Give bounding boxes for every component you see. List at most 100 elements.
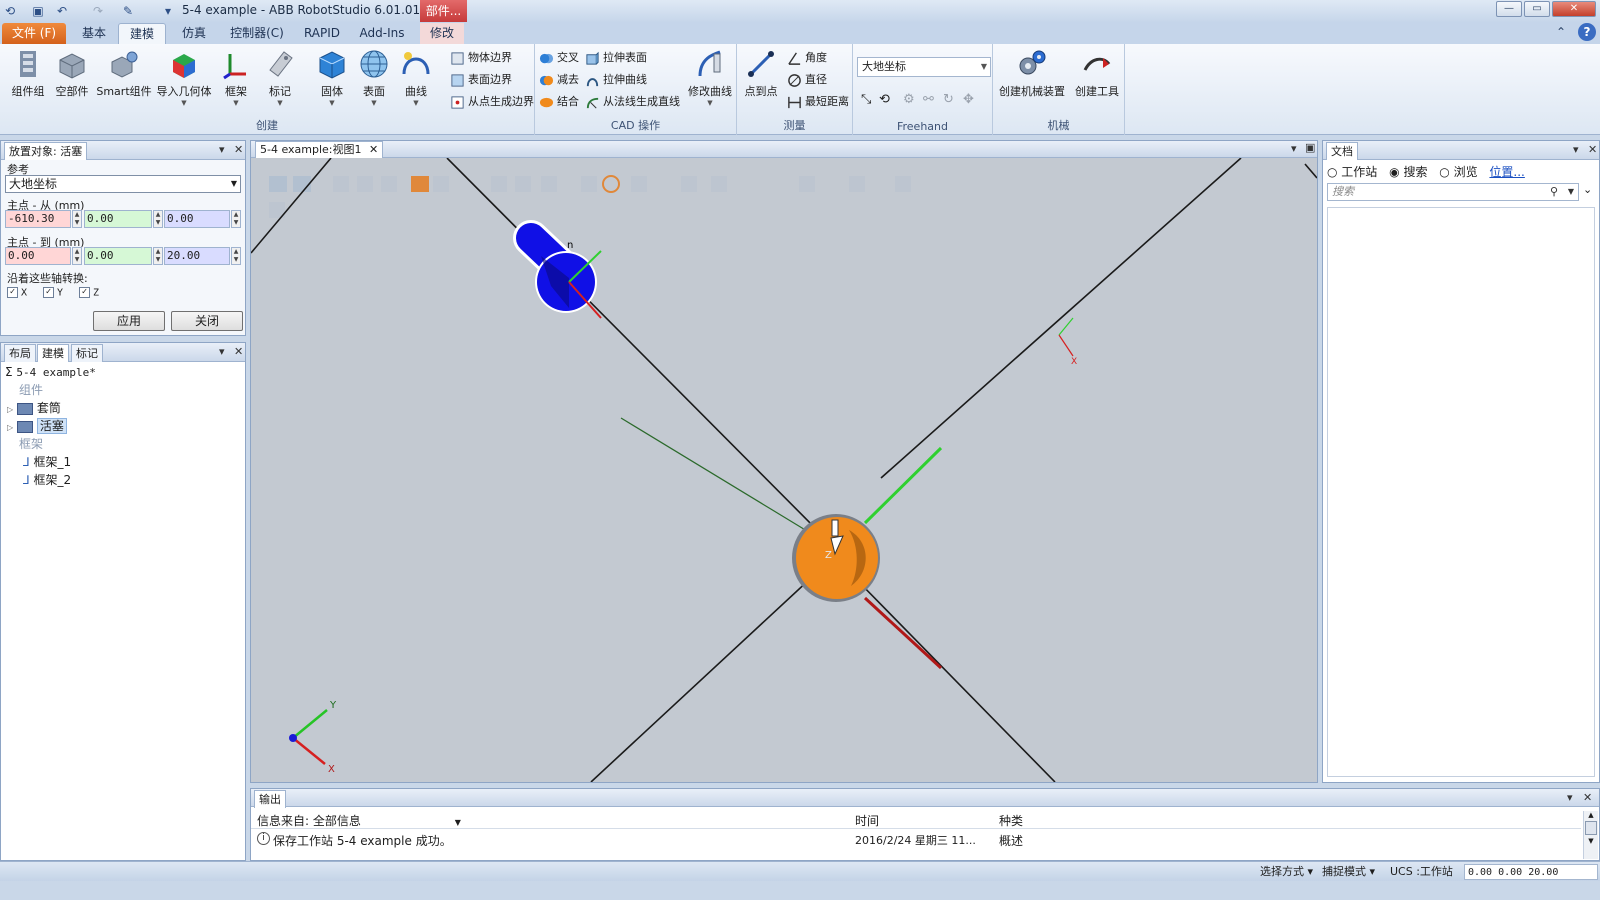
- to-z-spinner[interactable]: ▲ ▼: [231, 247, 241, 265]
- view-tool-icon[interactable]: [333, 176, 349, 192]
- to-y-input[interactable]: 0.00: [84, 247, 152, 265]
- axis-y-checkbox[interactable]: ✓ Y: [43, 287, 63, 299]
- selection-mode-dropdown[interactable]: 选择方式 ▾: [1260, 864, 1313, 880]
- reference-select[interactable]: 大地坐标 ▼: [857, 57, 991, 77]
- document-results-list[interactable]: [1327, 207, 1595, 777]
- close-icon[interactable]: ✕: [234, 345, 243, 358]
- tab-controller[interactable]: 控制器(C): [222, 23, 292, 44]
- save-icon[interactable]: ▣: [30, 3, 46, 19]
- tab-basic[interactable]: 基本: [74, 23, 114, 44]
- move-icon[interactable]: ⤡: [861, 92, 871, 107]
- source-filter[interactable]: 信息来自: 全部信息 ▼: [257, 812, 461, 829]
- view-tool-icon[interactable]: [269, 176, 287, 192]
- help-icon[interactable]: ?: [1578, 23, 1596, 41]
- extrude-curve-button[interactable]: 拉伸曲线: [585, 70, 647, 90]
- jog-linear-icon[interactable]: ⚯: [923, 92, 934, 107]
- from-x-spinner[interactable]: ▲ ▼: [72, 210, 82, 228]
- extrude-surface-button[interactable]: 拉伸表面: [585, 48, 647, 68]
- union-button[interactable]: 结合: [539, 92, 579, 112]
- panel-menu-icon[interactable]: ▾: [1291, 142, 1297, 155]
- snap-mode-dropdown[interactable]: 捕捉模式 ▾: [1322, 864, 1375, 880]
- tab-tags[interactable]: 标记: [71, 344, 103, 362]
- tab-modeling-browser[interactable]: 建模: [37, 344, 69, 362]
- documents-title[interactable]: 文档: [1326, 142, 1358, 160]
- jog-reorient-icon[interactable]: ↻: [943, 92, 954, 107]
- output-title[interactable]: 输出: [254, 790, 286, 808]
- customize-icon[interactable]: ▾: [160, 3, 176, 19]
- panel-menu-icon[interactable]: ▾: [1567, 791, 1573, 804]
- view-tool-icon[interactable]: [581, 176, 597, 192]
- sleeve-part[interactable]: [792, 514, 880, 602]
- app-icon[interactable]: ⟲: [2, 3, 18, 19]
- view-tab[interactable]: 5-4 example:视图1 ✕: [255, 141, 384, 158]
- tab-file[interactable]: 文件 (F): [2, 23, 66, 44]
- view-tool-icon[interactable]: [711, 176, 727, 192]
- panel-menu-icon[interactable]: ▾: [219, 143, 225, 156]
- 3d-scene[interactable]: n X Z Y X: [251, 158, 1317, 782]
- tab-modify[interactable]: 修改: [420, 23, 464, 44]
- expand-icon[interactable]: ▷: [7, 423, 13, 432]
- radio-search[interactable]: ◉ 搜索: [1389, 165, 1427, 179]
- body-border-button[interactable]: 物体边界: [450, 48, 512, 68]
- tool-icon[interactable]: ✎: [120, 3, 136, 19]
- tree-node-frame-1[interactable]: ⅃ 框架_1: [23, 453, 71, 471]
- maximize-button[interactable]: ▭: [1524, 1, 1550, 17]
- tab-layout[interactable]: 布局: [4, 344, 36, 362]
- modify-curve-button[interactable]: 修改曲线 ▼: [685, 48, 735, 107]
- close-icon[interactable]: ✕: [234, 143, 243, 156]
- column-type[interactable]: 种类: [999, 812, 1023, 829]
- surface-button[interactable]: 表面 ▼: [356, 48, 392, 107]
- tab-rapid[interactable]: RAPID: [298, 23, 346, 44]
- apply-button[interactable]: 应用: [93, 311, 165, 331]
- output-row[interactable]: i 保存工作站 5-4 example 成功。 2016/2/24 星期三 11…: [251, 831, 1581, 849]
- axis-x-checkbox[interactable]: ✓ X: [7, 287, 27, 299]
- view-tool-icon[interactable]: [631, 176, 647, 192]
- view-tool-icon[interactable]: [681, 176, 697, 192]
- jog-joint-icon[interactable]: ⚙: [903, 92, 915, 107]
- close-button[interactable]: 关闭: [171, 311, 243, 331]
- point-to-point-button[interactable]: 点到点: [741, 48, 781, 99]
- line-from-normal-button[interactable]: 从法线生成直线: [585, 92, 680, 112]
- create-mechanism-button[interactable]: 创建机械装置: [997, 48, 1067, 99]
- create-tool-button[interactable]: 创建工具: [1071, 48, 1123, 99]
- view-tool-icon[interactable]: [895, 176, 911, 192]
- expand-icon[interactable]: ▷: [7, 405, 13, 414]
- location-link[interactable]: 位置...: [1489, 165, 1524, 179]
- chevron-down-icon[interactable]: ▼: [1568, 184, 1574, 200]
- search-icon[interactable]: ⚲: [1550, 184, 1558, 200]
- tag-button[interactable]: 标记 ▼: [262, 48, 298, 107]
- view-tool-icon[interactable]: [541, 176, 557, 192]
- rotate-icon[interactable]: ⟲: [879, 92, 890, 107]
- select-part-icon[interactable]: [411, 176, 429, 192]
- from-y-input[interactable]: 0.00: [84, 210, 152, 228]
- close-icon[interactable]: ✕: [1583, 791, 1592, 804]
- tab-modeling[interactable]: 建模: [118, 23, 166, 44]
- to-z-input[interactable]: 20.00: [164, 247, 230, 265]
- diameter-button[interactable]: 直径: [787, 70, 827, 90]
- place-panel-title[interactable]: 放置对象: 活塞: [4, 142, 88, 160]
- tab-simulation[interactable]: 仿真: [172, 23, 216, 44]
- subtract-button[interactable]: 减去: [539, 70, 579, 90]
- angle-button[interactable]: 角度: [787, 48, 827, 68]
- view-tool-icon[interactable]: [357, 176, 373, 192]
- to-y-spinner[interactable]: ▲ ▼: [153, 247, 163, 265]
- import-geometry-button[interactable]: 导入几何体 ▼: [156, 48, 212, 107]
- close-icon[interactable]: ✕: [1588, 143, 1597, 156]
- panel-menu-icon[interactable]: ▾: [1573, 143, 1579, 156]
- from-z-input[interactable]: 0.00: [164, 210, 230, 228]
- min-distance-button[interactable]: 最短距离: [787, 92, 849, 112]
- frame-button[interactable]: 框架 ▼: [218, 48, 254, 107]
- tab-addins[interactable]: Add-Ins: [352, 23, 412, 44]
- panel-menu-icon[interactable]: ▾: [219, 345, 225, 358]
- to-x-input[interactable]: 0.00: [5, 247, 71, 265]
- intersect-button[interactable]: 交叉: [539, 48, 579, 68]
- curve-button[interactable]: 曲线 ▼: [398, 48, 434, 107]
- component-group-button[interactable]: 组件组: [8, 48, 48, 99]
- view-tool-icon[interactable]: [515, 176, 531, 192]
- tree-node-frame-2[interactable]: ⅃ 框架_2: [23, 471, 71, 489]
- border-from-point-button[interactable]: 从点生成边界: [450, 92, 534, 112]
- view-tool-icon[interactable]: [381, 176, 397, 192]
- minimize-button[interactable]: —: [1496, 1, 1522, 17]
- view-tool-icon[interactable]: [491, 176, 507, 192]
- maximize-icon[interactable]: ▣: [1305, 141, 1315, 154]
